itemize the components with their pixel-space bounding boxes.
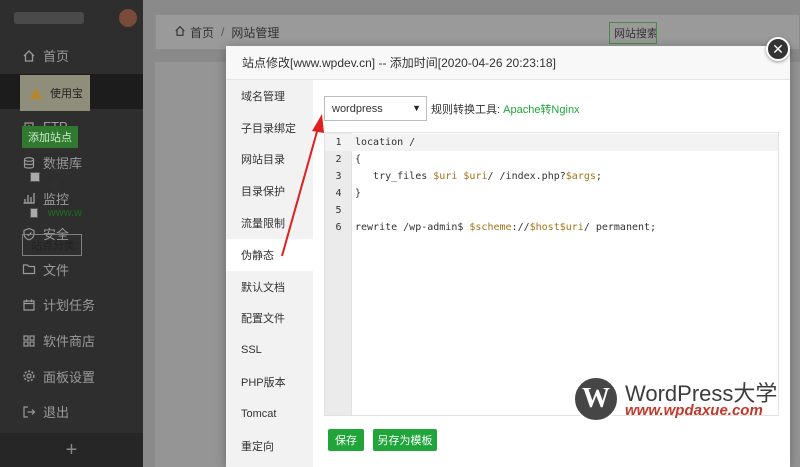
sidebar-item-files[interactable]: 文件: [0, 252, 143, 288]
sidebar-item-label: 面板设置: [43, 369, 96, 385]
code-line: 6 rewrite /wp-admin$ $scheme://$host$uri…: [325, 219, 778, 236]
dialog-menu: 域名管理 子目录绑定 网站目录 目录保护 流量限制 伪静态 默认文档 配置文件 …: [226, 80, 313, 467]
gear-icon: [22, 369, 36, 383]
save-button[interactable]: 保存: [328, 429, 364, 451]
rewrite-code-editor[interactable]: 1 location / 2 { 3 try_files $uri $uri/ …: [324, 132, 779, 416]
select-all-checkbox[interactable]: [30, 172, 40, 182]
menu-dir-protect[interactable]: 目录保护: [226, 175, 313, 207]
converter-label: 规则转换工具: Apache转Nginx: [431, 101, 580, 117]
menu-config-file[interactable]: 配置文件: [226, 303, 313, 335]
watermark-url: www.wpdaxue.com: [625, 402, 763, 419]
line-number: 4: [335, 188, 342, 199]
code-text: }: [355, 188, 362, 199]
column-site-name: 网站名: [49, 164, 72, 192]
sidebar-item-label: 首页: [43, 49, 70, 65]
wordpress-logo-icon: W: [573, 376, 619, 422]
grid-icon: [22, 334, 36, 348]
code-line: 5: [325, 202, 778, 219]
sidebar-item-logout[interactable]: 退出: [0, 394, 143, 430]
logout-icon: [22, 405, 36, 419]
code-text: location /: [355, 137, 416, 148]
menu-rewrite[interactable]: 伪静态: [226, 238, 313, 271]
menu-site-dir[interactable]: 网站目录: [226, 144, 313, 176]
menu-domain[interactable]: 域名管理: [226, 80, 313, 112]
calendar-icon: [22, 298, 36, 312]
panel-logo: [0, 0, 143, 38]
sidebar-item-cron[interactable]: 计划任务: [0, 287, 143, 323]
apache-to-nginx-link[interactable]: Apache转Nginx: [503, 104, 579, 116]
menu-default-doc[interactable]: 默认文档: [226, 271, 313, 303]
sidebar-add-button[interactable]: +: [0, 433, 143, 467]
sidebar-item-label: 软件商店: [43, 334, 96, 350]
site-search-input[interactable]: 网站搜索: [609, 22, 657, 44]
menu-subdir-binding[interactable]: 子目录绑定: [226, 112, 313, 144]
close-icon[interactable]: ✕: [766, 37, 790, 61]
warning-banner: 使用宝: [20, 75, 90, 111]
save-as-template-button[interactable]: 另存为模板: [373, 429, 437, 451]
dropdown-arrow-icon: ▼: [412, 103, 421, 113]
menu-tomcat[interactable]: Tomcat: [226, 398, 313, 430]
line-number: 3: [335, 171, 342, 182]
sidebar-item-store[interactable]: 软件商店: [0, 323, 143, 359]
breadcrumb-separator: /: [221, 25, 225, 39]
logo-badge: [119, 9, 137, 27]
menu-traffic-limit[interactable]: 流量限制: [226, 207, 313, 239]
table-header: 网站名: [22, 160, 82, 194]
dialog-title: 站点修改[www.wpdev.cn] -- 添加时间[2020-04-26 20…: [226, 46, 790, 80]
code-text: {: [355, 154, 362, 165]
watermark: W WordPress大学 www.wpdaxue.com: [573, 376, 793, 424]
sidebar-item-settings[interactable]: 面板设置: [0, 358, 143, 394]
home-icon: [174, 25, 186, 40]
site-link[interactable]: www.w: [48, 207, 82, 219]
sidebar-item-label: 计划任务: [43, 298, 96, 314]
breadcrumb: 首页 / 网站管理: [155, 14, 800, 50]
table-row: www.w: [22, 196, 82, 230]
logo-text-blurred: [14, 12, 84, 24]
code-line: 1 location /: [325, 134, 778, 151]
code-text: rewrite /wp-admin$ $scheme://$host$uri/ …: [355, 222, 657, 233]
sidebar-item-home[interactable]: 首页: [0, 38, 143, 74]
menu-php-version[interactable]: PHP版本: [226, 366, 313, 398]
line-number: 6: [335, 222, 342, 233]
folder-icon: [22, 262, 36, 276]
add-site-button[interactable]: 添加站点: [22, 126, 78, 148]
code-line: 2 {: [325, 151, 778, 168]
sidebar-item-label: 文件: [43, 262, 70, 278]
warning-text: 使用宝: [50, 88, 83, 100]
rewrite-rule-value: wordpress: [332, 102, 383, 115]
menu-redirect[interactable]: 重定向: [226, 430, 313, 462]
line-number: 5: [335, 205, 342, 216]
menu-ssl[interactable]: SSL: [226, 334, 313, 366]
rewrite-rule-select[interactable]: wordpress ▼: [324, 96, 427, 121]
breadcrumb-current: 网站管理: [231, 25, 280, 40]
sidebar-item-label: 退出: [43, 405, 70, 421]
code-line: 3 try_files $uri $uri/ /index.php?$args;: [325, 168, 778, 185]
warning-icon: [30, 87, 42, 99]
home-icon: [22, 49, 36, 63]
line-number: 2: [335, 154, 342, 165]
converter-label-text: 规则转换工具:: [431, 104, 501, 116]
line-number: 1: [335, 137, 342, 148]
site-class-select[interactable]: 站点分类:: [22, 234, 82, 256]
row-checkbox[interactable]: [30, 208, 38, 218]
breadcrumb-home[interactable]: 首页: [190, 24, 214, 41]
code-line: 4 }: [325, 185, 778, 202]
code-text: try_files $uri $uri/ /index.php?$args;: [355, 171, 602, 182]
